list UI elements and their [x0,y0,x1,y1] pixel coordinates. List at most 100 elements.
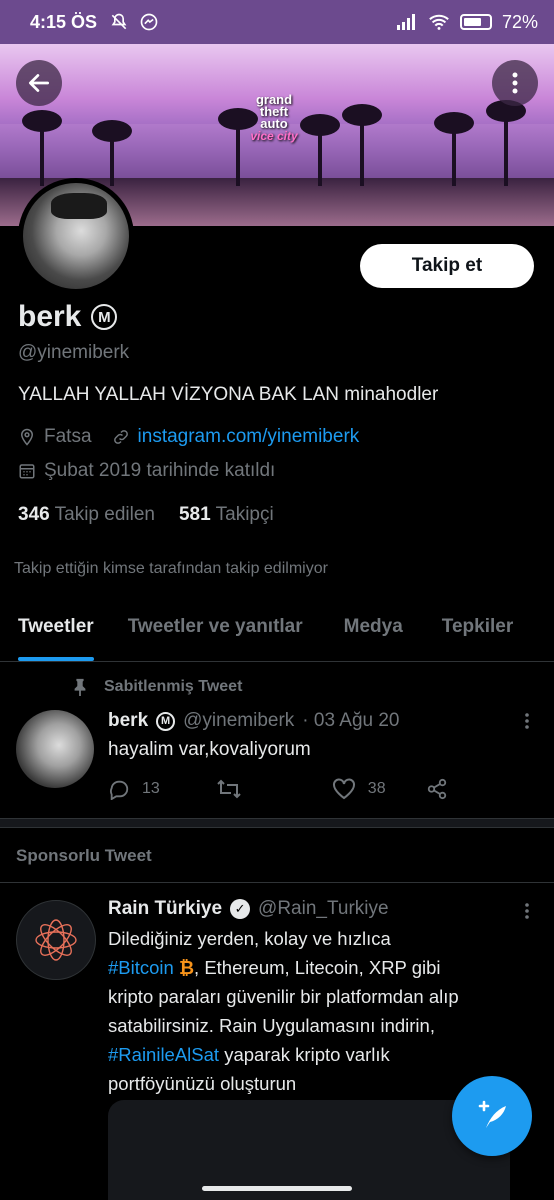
tweet-text: hayalim var,kovaliyorum [108,739,311,760]
status-bar: 4:15 ÖS 72% [0,0,554,44]
sponsor-header: Rain Türkiye ✓ @Rain_Turkiye [108,898,389,920]
following-count: 346 [18,504,50,525]
banner-palm [218,108,258,186]
back-arrow-icon [28,74,50,92]
profile-location: Fatsa [44,426,92,447]
following-link[interactable]: 346 Takip edilen [18,504,155,526]
follow-button[interactable]: Takip et [360,244,534,288]
share-button[interactable] [426,778,448,800]
hashtag-bitcoin[interactable]: #Bitcoin [108,957,174,978]
reply-icon [110,780,129,800]
compose-tweet-icon [478,1100,506,1128]
pinned-label: Sabitlenmiş Tweet [72,678,242,696]
like-icon [332,778,355,800]
battery-icon [459,14,492,30]
profile-name: berk M [18,300,118,334]
banner-palm [486,100,526,186]
sponsor-line: portföyünüzü oluşturun [108,1073,297,1094]
banner-palm [300,114,340,186]
battery-percent: 72% [501,11,538,32]
share-icon [427,778,446,800]
more-vertical-icon [525,713,529,729]
retweet-icon [217,779,241,799]
more-options-button[interactable] [492,60,538,106]
followers-count: 581 [178,504,211,525]
followers-label: Takipçi [215,504,274,525]
home-indicator [202,1186,352,1191]
hashtag-rainilealsat[interactable]: #RainileAlSat [108,1044,219,1065]
gta-logo-sub: vice city [250,129,298,143]
sponsor-media-card[interactable] [108,1100,510,1200]
sponsor-line: #Bitcoin ₿, Ethereum, Litecoin, XRP gibi [108,953,459,982]
status-right: 72% [396,12,538,33]
m-badge-icon: M [156,711,176,731]
gta-logo: grand theft auto vice city [246,93,302,143]
rain-logo-icon [35,919,77,961]
like-button[interactable]: 38 [332,778,386,800]
tab-likes[interactable]: Tepkiler [442,608,513,661]
sponsored-header: Sponsorlu Tweet [16,846,152,865]
compose-tweet-button[interactable] [452,1076,532,1156]
profile-meta-row: Fatsa instagram.com/yinemiberk [18,426,359,448]
sponsor-line: Dilediğiniz yerden, kolay ve hızlıca [108,928,391,949]
sponsor-line-rest: , Ethereum, Litecoin, XRP gibi [194,957,441,978]
tweet-author-name[interactable]: berk [108,710,148,732]
profile-name-text: berk [18,300,82,333]
reply-button[interactable]: 13 [108,778,160,800]
sponsor-line-rest: yaparak kripto varlık [219,1044,390,1065]
banner-palm [342,104,382,186]
sponsor-more-button[interactable] [524,902,530,920]
tab-media[interactable]: Medya [344,608,403,661]
tab-tweets-and-replies[interactable]: Tweetler ve yanıtlar [128,608,303,661]
banner-palm [22,110,62,186]
tweet-avatar[interactable] [16,710,94,788]
m-badge-icon: M [91,304,118,330]
sponsor-line: kripto paraları güvenilir bir platformda… [108,986,459,1007]
divider [0,882,554,883]
profile-avatar-image [23,183,129,289]
tab-tweets[interactable]: Tweetler [18,608,94,661]
retweet-button[interactable] [216,778,242,800]
reply-count: 13 [142,780,160,797]
battery-fill [463,18,482,26]
banner-palm [92,120,132,186]
link-icon [113,430,128,444]
profile-joined-row: Şubat 2019 tarihinde katıldı [18,460,275,482]
pin-icon [74,678,86,696]
profile-link[interactable]: instagram.com/yinemiberk [138,426,360,448]
tweet-header: berk M @yinemiberk · 03 Ağu 20 [108,710,400,732]
sponsor-name[interactable]: Rain Türkiye [108,898,222,920]
sponsor-avatar[interactable] [16,900,96,980]
messenger-icon [140,13,158,31]
follow-counts: 346 Takip edilen 581 Takipçi [18,504,274,526]
mute-icon [111,13,127,30]
profile-handle: @yinemiberk [18,342,130,363]
back-button[interactable] [16,60,62,106]
tweet-author-handle: @yinemiberk [183,710,295,731]
followers-link[interactable]: 581 Takipçi [179,504,274,526]
profile-bio: YALLAH YALLAH VİZYONA BAK LAN minahodler [18,384,439,405]
more-vertical-icon [512,72,518,94]
wifi-icon [429,14,449,30]
bitcoin-symbol-icon: ₿ [178,957,195,978]
profile-avatar[interactable] [18,178,134,294]
calendar-icon [19,464,35,479]
section-separator [0,818,554,828]
status-time: 4:15 ÖS [30,11,98,32]
pinned-label-text: Sabitlenmiş Tweet [104,678,243,695]
verified-icon: ✓ [230,899,251,919]
not-followed-note: Takip ettiğin kimse tarafından takip edi… [14,560,328,577]
tweet-date: · 03 Ağu 20 [302,710,400,731]
sponsor-line: #RainileAlSat yaparak kripto varlık [108,1040,459,1069]
tweet-actions: 13 38 [108,778,488,800]
status-left-icons [109,12,159,32]
location-pin-icon [20,428,34,446]
tweet-more-button[interactable] [524,712,530,730]
signal-icon [396,14,415,30]
banner-palm [434,112,474,186]
profile-tabs: Tweetler Tweetler ve yanıtlar Medya Tepk… [0,608,554,662]
profile-joined: Şubat 2019 tarihinde katıldı [44,460,276,481]
sponsor-text: Dilediğiniz yerden, kolay ve hızlıca #Bi… [108,924,459,1098]
following-label: Takip edilen [54,504,155,525]
like-count: 38 [367,780,386,797]
